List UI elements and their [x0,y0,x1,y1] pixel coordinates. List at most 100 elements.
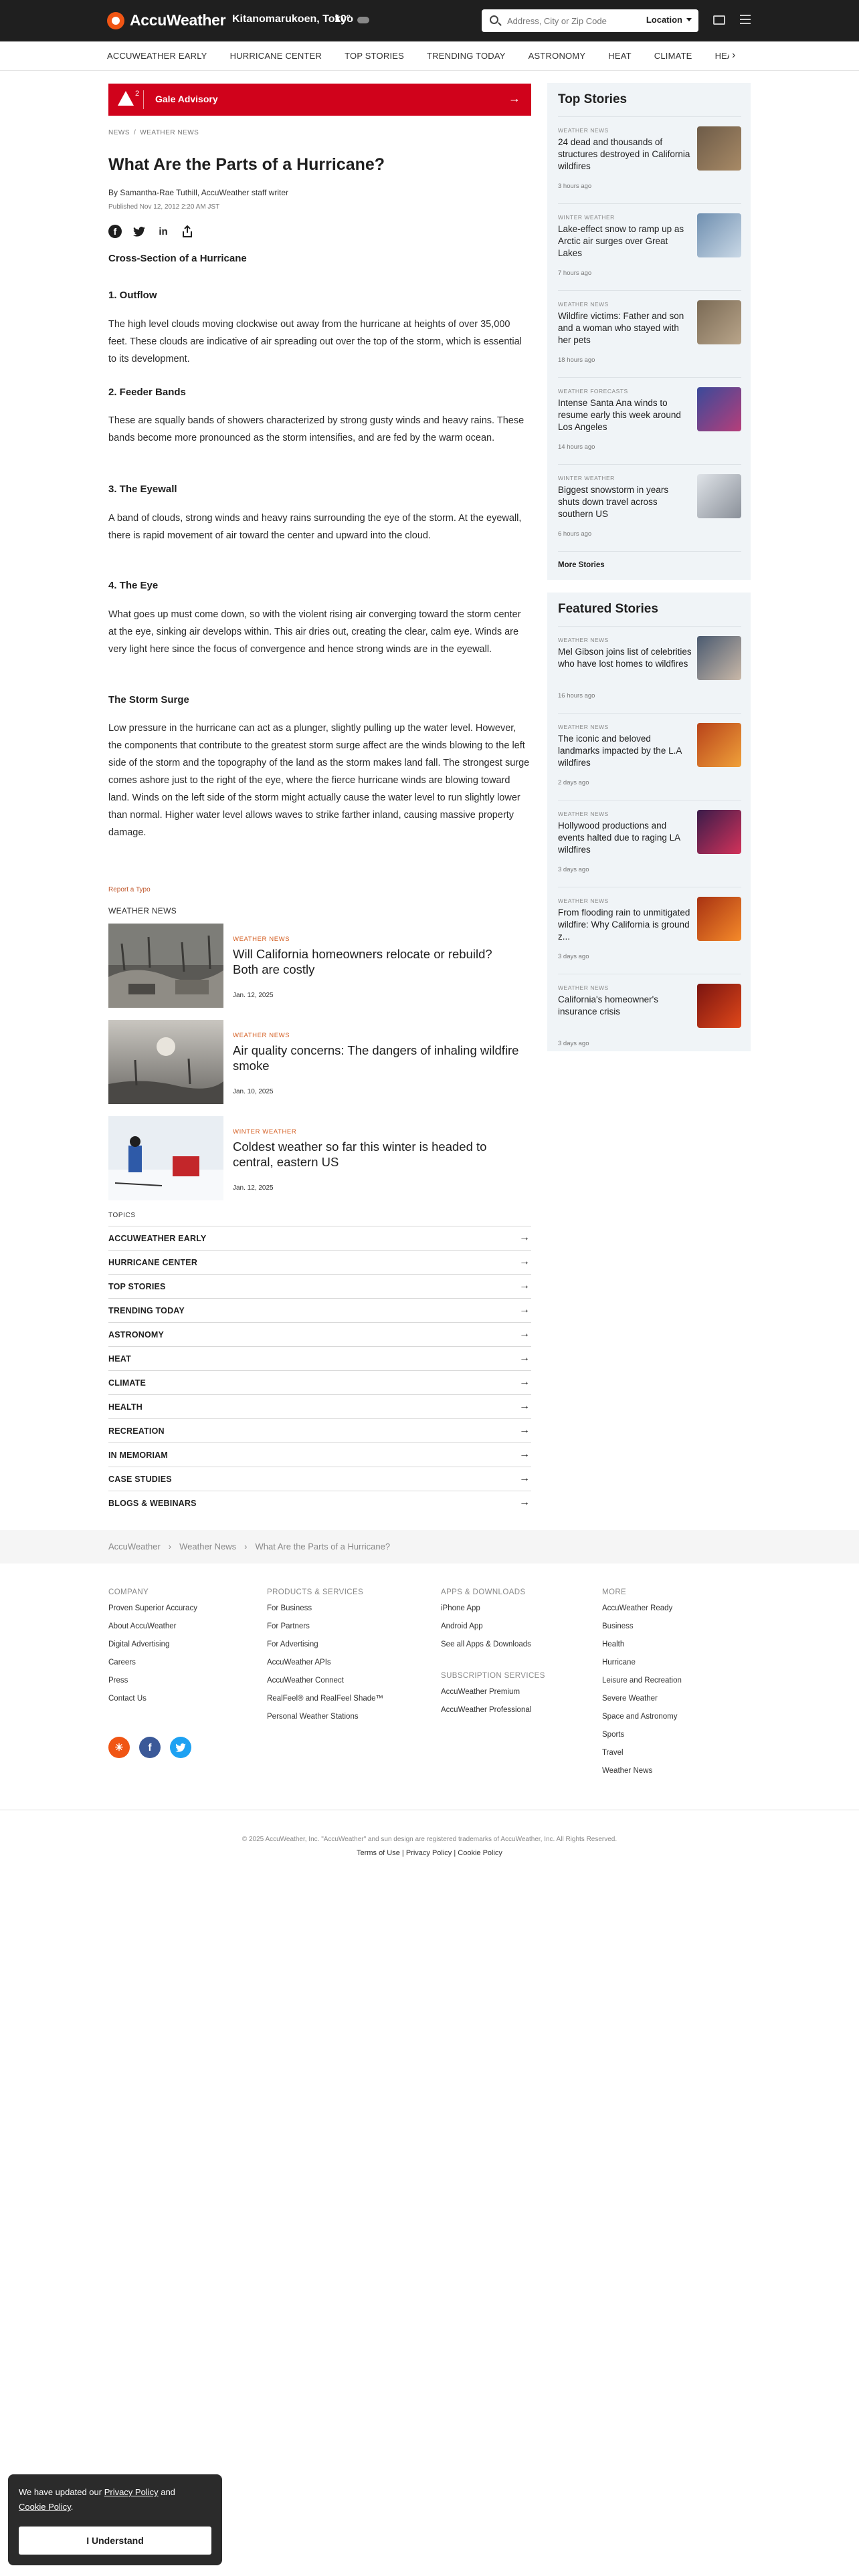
topic-row[interactable]: TRENDING TODAY → [108,1298,531,1322]
more-stories-link[interactable]: More Stories [558,551,741,569]
subnav-item[interactable]: HURRICANE CENTER [230,41,322,71]
footer-link[interactable]: Press [108,1677,197,1695]
rail-story[interactable]: WEATHER NEWS Mel Gibson joins list of cel… [558,626,741,713]
rail-story-title[interactable]: The iconic and beloved landmarks impacte… [558,733,692,769]
story-title[interactable]: Coldest weather so far this winter is he… [233,1139,520,1170]
news-story[interactable]: WEATHER NEWS Will California homeowners … [108,924,530,1008]
breadcrumb-news[interactable]: NEWS [108,129,130,136]
topic-row[interactable]: CASE STUDIES → [108,1467,531,1491]
rail-story[interactable]: WEATHER NEWS The iconic and beloved landm… [558,713,741,800]
topic-row[interactable]: HEAT → [108,1346,531,1370]
footer-link[interactable]: For Business [267,1604,383,1622]
rail-story-title[interactable]: Hollywood productions and events halted … [558,820,692,856]
accuweather-social-icon[interactable]: ☀ [108,1737,130,1758]
rail-story-thumbnail[interactable] [697,636,741,680]
rail-story-title[interactable]: From flooding rain to unmitigated wildfi… [558,907,692,943]
footer-link[interactable]: Digital Advertising [108,1640,197,1658]
footer-link[interactable]: AccuWeather APIs [267,1658,383,1677]
search-input[interactable] [507,9,628,32]
subnav-item[interactable]: HEAT [608,41,632,71]
terms-link[interactable]: Terms of Use [357,1849,400,1857]
rail-story-title[interactable]: Intense Santa Ana winds to resume early … [558,397,692,433]
rail-story-title[interactable]: Mel Gibson joins list of celebrities who… [558,646,692,670]
footer-link[interactable]: RealFeel® and RealFeel Shade™ [267,1695,383,1713]
subnav-item[interactable]: TOP STORIES [345,41,404,71]
footer-link[interactable]: Business [602,1622,682,1640]
rail-story-thumbnail[interactable] [697,984,741,1028]
privacy-link[interactable]: Privacy Policy [406,1849,452,1857]
footer-link[interactable]: For Partners [267,1622,383,1640]
facebook-icon[interactable]: f [108,225,122,238]
footer-link[interactable]: Leisure and Recreation [602,1677,682,1695]
footer-link[interactable]: Travel [602,1749,682,1767]
breadcrumb-weather-news[interactable]: WEATHER NEWS [140,129,199,136]
news-story[interactable]: WINTER WEATHER Coldest weather so far th… [108,1116,530,1200]
footer-link[interactable]: For Advertising [267,1640,383,1658]
rail-story-title[interactable]: Biggest snowstorm in years shuts down tr… [558,484,692,520]
twitter-icon[interactable] [132,225,146,238]
subnav-item[interactable]: HEALTH [715,41,729,71]
rail-story[interactable]: WEATHER FORECASTS Intense Santa Ana winds… [558,377,741,464]
rail-story-thumbnail[interactable] [697,897,741,941]
rail-story[interactable]: WEATHER NEWS Wildfire victims: Father and… [558,290,741,377]
topic-row[interactable]: RECREATION → [108,1418,531,1442]
footer-link[interactable]: AccuWeather Professional [441,1706,545,1724]
facebook-icon[interactable]: f [139,1737,161,1758]
rail-story-thumbnail[interactable] [697,723,741,767]
current-temperature[interactable]: 10° [335,13,351,25]
footer-link[interactable]: Weather News [602,1767,682,1785]
news-story[interactable]: WEATHER NEWS Air quality concerns: The d… [108,1020,530,1104]
topic-row[interactable]: ASTRONOMY → [108,1322,531,1346]
footer-link[interactable]: About AccuWeather [108,1622,197,1640]
linkedin-icon[interactable]: in [157,225,170,238]
footer-link[interactable]: Hurricane [602,1658,682,1677]
rail-story[interactable]: WEATHER NEWS California's homeowner's ins… [558,974,741,1061]
footer-link[interactable]: iPhone App [441,1604,545,1622]
rail-story[interactable]: WINTER WEATHER Lake-effect snow to ramp u… [558,203,741,290]
footer-link[interactable]: Space and Astronomy [602,1713,682,1731]
footer-link[interactable]: See all Apps & Downloads [441,1640,545,1658]
topic-row[interactable]: HEALTH → [108,1394,531,1418]
footer-link[interactable]: AccuWeather Connect [267,1677,383,1695]
footer-link[interactable]: Personal Weather Stations [267,1713,383,1731]
story-title[interactable]: Air quality concerns: The dangers of inh… [233,1043,520,1073]
rail-story[interactable]: WEATHER NEWS 24 dead and thousands of str… [558,116,741,203]
rail-story-thumbnail[interactable] [697,810,741,854]
footer-link[interactable]: Contact Us [108,1695,197,1713]
rail-story[interactable]: WEATHER NEWS From flooding rain to unmiti… [558,887,741,974]
footer-link[interactable]: Careers [108,1658,197,1677]
cookie-policy-link[interactable]: Cookie Policy [458,1849,502,1857]
rail-story-title[interactable]: Lake-effect snow to ramp up as Arctic ai… [558,223,692,259]
footer-link[interactable]: Sports [602,1731,682,1749]
share-icon[interactable] [181,225,194,238]
privacy-policy-link[interactable]: Privacy Policy [104,2487,159,2497]
subnav-item[interactable]: TRENDING TODAY [427,41,506,71]
footer-link[interactable]: AccuWeather Premium [441,1688,545,1706]
rail-story-thumbnail[interactable] [697,126,741,171]
report-typo-link[interactable]: Report a Typo [108,886,151,893]
footer-link[interactable]: Health [602,1640,682,1658]
gale-advisory-banner[interactable]: 2 Gale Advisory → [108,84,531,116]
footer-link[interactable]: Proven Superior Accuracy [108,1604,197,1622]
rail-story-title[interactable]: California's homeowner's insurance crisi… [558,994,692,1018]
topic-row[interactable]: ACCUWEATHER EARLY → [108,1226,531,1250]
location-button[interactable]: Location [646,15,692,25]
rail-story-thumbnail[interactable] [697,300,741,344]
topic-row[interactable]: HURRICANE CENTER → [108,1250,531,1274]
rail-story-title[interactable]: 24 dead and thousands of structures dest… [558,136,692,173]
chat-icon[interactable] [713,15,725,25]
breadcrumb-home[interactable]: AccuWeather [108,1541,161,1551]
subnav-item[interactable]: ACCUWEATHER EARLY [107,41,207,71]
story-title[interactable]: Will California homeowners relocate or r… [233,946,520,977]
breadcrumb-weather-news[interactable]: Weather News [179,1541,236,1551]
rail-story-thumbnail[interactable] [697,213,741,257]
i-understand-button[interactable]: I Understand [19,2527,211,2555]
subnav-item[interactable]: ASTRONOMY [529,41,586,71]
chevron-right-icon[interactable]: › [732,49,735,62]
cookie-policy-link[interactable]: Cookie Policy [19,2502,71,2512]
rail-story[interactable]: WEATHER NEWS Hollywood productions and ev… [558,800,741,887]
rail-story-title[interactable]: Wildfire victims: Father and son and a w… [558,310,692,346]
topic-row[interactable]: CLIMATE → [108,1370,531,1394]
footer-link[interactable]: Android App [441,1622,545,1640]
rail-story-thumbnail[interactable] [697,474,741,518]
